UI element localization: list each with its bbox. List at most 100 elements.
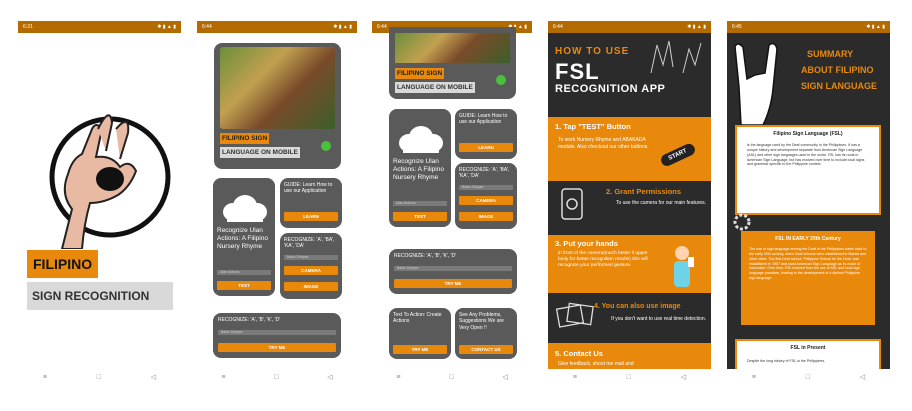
abc-hint: Basic Shapes — [459, 185, 513, 190]
banner-label-2: LANGUAGE ON MOBILE — [395, 82, 475, 93]
status-time: 6:44 — [202, 24, 212, 30]
home-icon[interactable]: □ — [627, 374, 631, 381]
try-me-button[interactable]: TRY ME — [394, 279, 512, 288]
status-icons: ✱ ▮ ▲ ▮ — [687, 24, 706, 30]
menu-icon[interactable]: ≡ — [396, 374, 400, 381]
screen-splash: 6:31 ✱ ▮ ▲ ▮ FILIPINO SIGN RECOGNITION ≡… — [18, 21, 181, 385]
image-button[interactable]: IMAGE — [459, 212, 513, 221]
camera-icon — [561, 188, 583, 220]
abkd-text: RECOGNIZE: 'A', 'B', 'K', 'D' — [218, 317, 281, 323]
person-icon — [674, 246, 694, 287]
test-button[interactable]: TEST — [393, 212, 447, 221]
step2-body: To use the camera for our main features. — [615, 200, 706, 206]
status-dot — [496, 75, 506, 85]
ok-hand-logo — [49, 114, 171, 249]
abkd-card: RECOGNIZE: 'A', 'B', 'K', 'D' Basic Shap… — [213, 313, 341, 358]
nursery-title: Recognize Ulan Actions: A Filipino Nurse… — [217, 227, 268, 250]
nav-bar: ≡ □ ◁ — [197, 369, 357, 385]
heading-sub: RECOGNITION APP — [555, 83, 666, 95]
abc-text: RECOGNIZE: 'A', 'BA', 'KA', 'DA' — [459, 167, 510, 180]
home-icon[interactable]: □ — [97, 374, 101, 381]
nursery-card: Recognize Ulan Actions: A Filipino Nurse… — [213, 178, 275, 296]
step1-title: 1. Tap "TEST" Button — [555, 122, 631, 131]
rock-hand-icon — [734, 42, 778, 126]
nursery-card: Recognize Ulan Actions: A Filipino Nurse… — [389, 109, 451, 227]
early-card: FSL IN EARLY 20th Century The use of sig… — [741, 231, 875, 325]
step3-band: 3. Put your hands in front of the camera… — [548, 235, 711, 293]
abkd-card: RECOGNIZE: 'A', 'B', 'K', 'D' Basic Shap… — [389, 249, 517, 294]
fsl-card-body: is the language used by the Deaf communi… — [747, 143, 865, 167]
step1-body: To work Nursery Rhyme and ABAKADA module… — [558, 137, 649, 150]
test-button[interactable]: TEST — [217, 281, 271, 290]
menu-icon[interactable]: ≡ — [752, 374, 756, 381]
banner-image — [220, 47, 335, 129]
step3-body: in front of the camera(much better if up… — [558, 251, 648, 269]
early-card-body: The use of sign language among the Deaf … — [749, 247, 867, 281]
banner-label-1: FILIPINO SIGN — [220, 133, 270, 144]
fsl-card: Filipino Sign Language (FSL) is the lang… — [735, 125, 881, 215]
fsl-card-title: Filipino Sign Language (FSL) — [773, 131, 843, 137]
present-card-body: Despite the long history of FSL in the P… — [747, 359, 826, 363]
step4-title: 4. You can also use image — [594, 303, 681, 310]
start-badge: START — [659, 142, 697, 168]
nav-bar: ≡ □ ◁ — [18, 369, 181, 385]
cloud-icon — [223, 195, 267, 222]
summary-title-1: SUMMARY — [807, 49, 854, 59]
learn-button[interactable]: LEARN — [459, 143, 513, 152]
camera-button[interactable]: CAMERA — [459, 196, 513, 205]
step5-body: Give feedback, shoot me mail and — [558, 361, 634, 367]
home-icon[interactable]: □ — [806, 374, 810, 381]
back-icon[interactable]: ◁ — [151, 373, 156, 381]
summary-title-3: SIGN LANGUAGE — [801, 81, 878, 91]
back-icon[interactable]: ◁ — [681, 373, 686, 381]
try-me-button[interactable]: TRY ME — [218, 343, 336, 352]
back-icon[interactable]: ◁ — [502, 373, 507, 381]
status-bar: 6:44 ✱ ▮ ▲ ▮ — [197, 21, 357, 33]
present-card-title: FSL in Present — [790, 345, 826, 351]
text-to-action-button[interactable]: TRY ME — [393, 345, 447, 354]
banner-card: FILIPINO SIGN LANGUAGE ON MOBILE — [214, 43, 341, 169]
menu-icon[interactable]: ≡ — [221, 374, 225, 381]
status-dot — [321, 141, 331, 151]
brand-label-sign-recognition: SIGN RECOGNITION — [27, 282, 173, 310]
status-time: 6:45 — [732, 24, 742, 30]
contact-us-button[interactable]: CONTACT US — [459, 345, 513, 354]
contact-card: See Any Problems, Suggestions We are Ver… — [455, 308, 517, 359]
back-icon[interactable]: ◁ — [860, 373, 865, 381]
status-bar: 6:45 ✱ ▮ ▲ ▮ — [727, 21, 890, 33]
abc-hint: Basic Shapes — [284, 255, 338, 260]
heading-big: FSL — [555, 59, 600, 84]
status-bar: 6:44 ✱ ▮ ▲ ▮ — [548, 21, 711, 33]
nursery-title: Recognize Ulan Actions: A Filipino Nurse… — [393, 158, 444, 181]
status-time: 6:44 — [377, 24, 387, 30]
brand-label-filipino: FILIPINO — [27, 250, 99, 278]
screen-home-top: 6:44 ✱ ▮ ▲ ▮ FILIPINO SIGN LANGUAGE ON M… — [197, 21, 357, 385]
camera-button[interactable]: CAMERA — [284, 266, 338, 275]
status-time: 6:31 — [23, 24, 33, 30]
nursery-hint: Ulan Actions — [217, 270, 271, 275]
abkd-text: RECOGNIZE: 'A', 'B', 'K', 'D' — [394, 253, 457, 259]
hands-sketch-icon — [650, 40, 702, 74]
heading-small: HOW TO USE — [555, 46, 630, 57]
nav-bar: ≡ □ ◁ — [372, 369, 532, 385]
step3-title: 3. Put your hands — [555, 239, 618, 248]
nursery-hint: Ulan Actions — [393, 201, 447, 206]
status-time: 6:44 — [553, 24, 563, 30]
early-card-title: FSL IN EARLY 20th Century — [775, 236, 841, 242]
learn-button[interactable]: LEARN — [284, 212, 338, 221]
abkd-hint: Basic Shapes — [218, 330, 336, 335]
text-to-action-card: Text To Action: Create Actions TRY ME — [389, 308, 451, 359]
menu-icon[interactable]: ≡ — [43, 374, 47, 381]
status-icons: ✱ ▮ ▲ ▮ — [157, 24, 176, 30]
image-button[interactable]: IMAGE — [284, 282, 338, 291]
back-icon[interactable]: ◁ — [327, 373, 332, 381]
abc-text: RECOGNIZE: 'A', 'BA', 'KA', 'DA' — [284, 237, 335, 250]
menu-icon[interactable]: ≡ — [573, 374, 577, 381]
text-to-action-text: Text To Action: Create Actions — [393, 312, 442, 325]
status-icons: ✱ ▮ ▲ ▮ — [333, 24, 352, 30]
step2-title: 2. Grant Permissions — [606, 187, 682, 196]
banner-card: FILIPINO SIGN LANGUAGE ON MOBILE — [389, 27, 516, 99]
step4-body: If you don't want to use real time detec… — [611, 316, 706, 322]
home-icon[interactable]: □ — [274, 374, 278, 381]
home-icon[interactable]: □ — [449, 374, 453, 381]
